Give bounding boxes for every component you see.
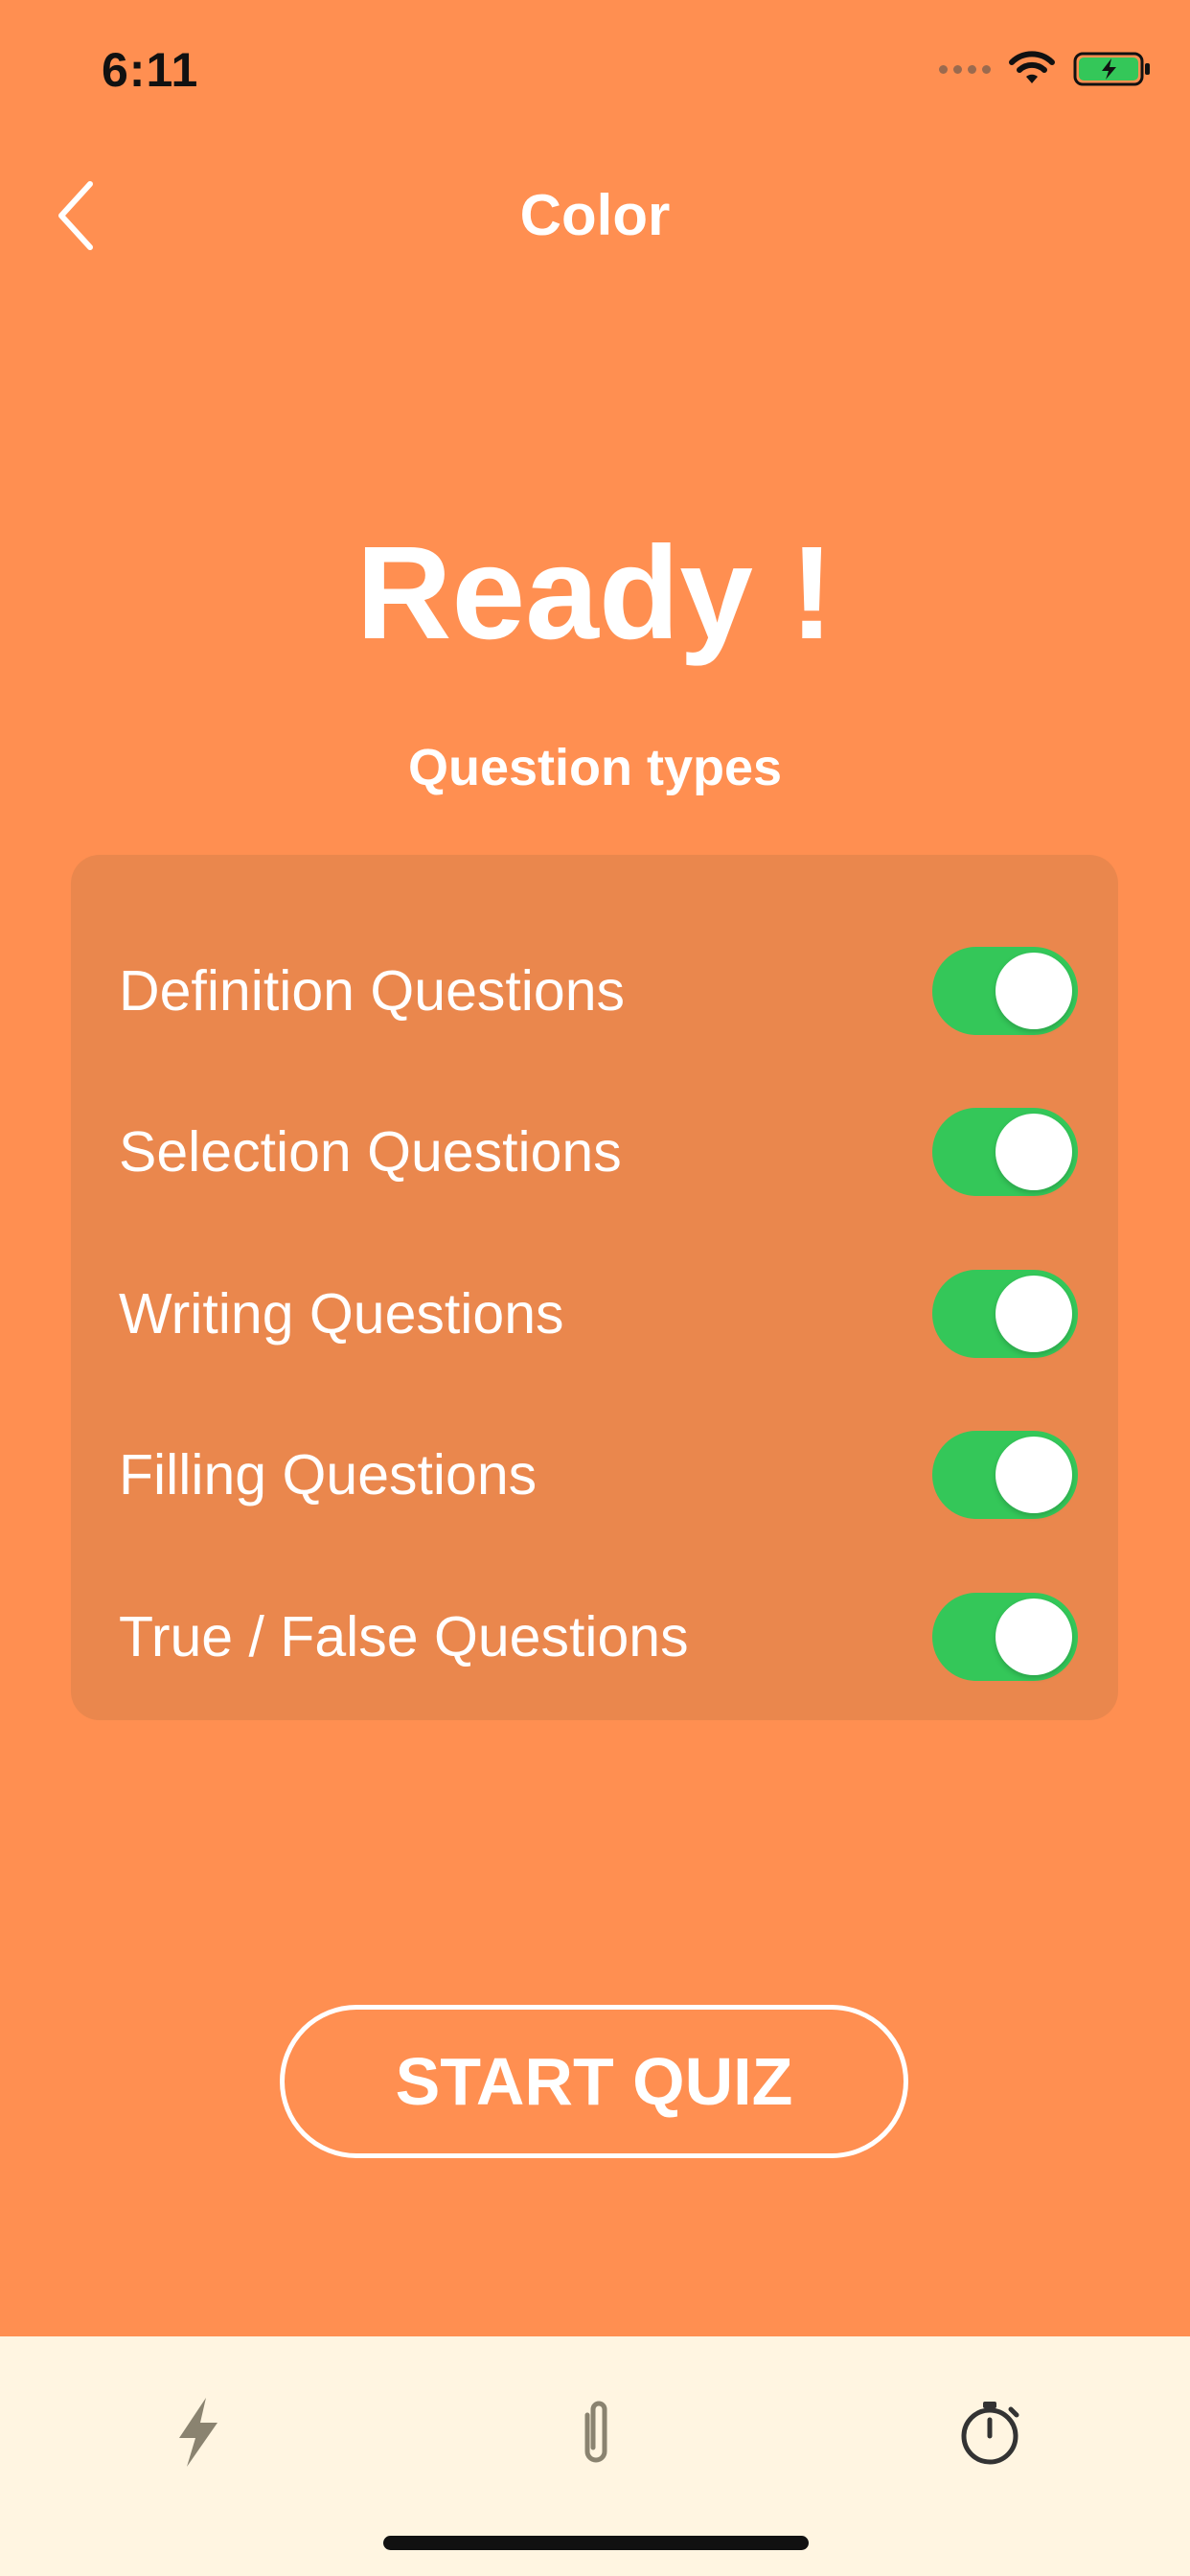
status-icons (939, 50, 1152, 88)
ready-heading: Ready ! (355, 519, 835, 667)
toggle-knob (995, 1114, 1072, 1190)
paperclip-icon (584, 2401, 607, 2463)
tab-paperclip[interactable] (538, 2375, 653, 2490)
tab-lightning[interactable] (141, 2375, 256, 2490)
status-time: 6:11 (102, 43, 199, 97)
option-label: Selection Questions (119, 1120, 622, 1184)
home-indicator (383, 2536, 809, 2550)
battery-icon (1073, 52, 1150, 86)
writing-questions-toggle[interactable] (932, 1270, 1078, 1358)
toggle-knob (995, 1598, 1072, 1675)
option-row-true-false: True / False Questions (71, 1556, 1118, 1717)
toggle-knob (995, 953, 1072, 1029)
option-row-selection: Selection Questions (71, 1071, 1118, 1232)
toggle-knob (995, 1276, 1072, 1352)
option-label: Writing Questions (119, 1282, 564, 1346)
lightning-icon (179, 2398, 217, 2467)
toggle-knob (995, 1437, 1072, 1513)
option-row-filling: Filling Questions (71, 1394, 1118, 1555)
option-label: Filling Questions (119, 1443, 538, 1506)
navigation-bar: Color (0, 153, 1190, 278)
option-label: Definition Questions (119, 959, 626, 1023)
option-label: True / False Questions (119, 1605, 689, 1668)
start-quiz-button[interactable]: START QUIZ (280, 2005, 908, 2158)
option-row-writing: Writing Questions (71, 1233, 1118, 1394)
wifi-icon (1009, 51, 1055, 83)
option-row-definition: Definition Questions (71, 910, 1118, 1071)
cellular-signal-icon (939, 64, 991, 74)
definition-questions-toggle[interactable] (932, 947, 1078, 1035)
tab-stopwatch[interactable] (934, 2375, 1049, 2490)
stopwatch-icon (961, 2402, 1019, 2465)
filling-questions-toggle[interactable] (932, 1431, 1078, 1519)
status-bar: 6:11 (0, 0, 1190, 134)
question-types-card: Definition Questions Selection Questions… (71, 855, 1118, 1720)
true-false-questions-toggle[interactable] (932, 1593, 1078, 1681)
question-types-label: Question types (407, 739, 783, 796)
nav-title: Color (519, 183, 671, 247)
selection-questions-toggle[interactable] (932, 1108, 1078, 1196)
